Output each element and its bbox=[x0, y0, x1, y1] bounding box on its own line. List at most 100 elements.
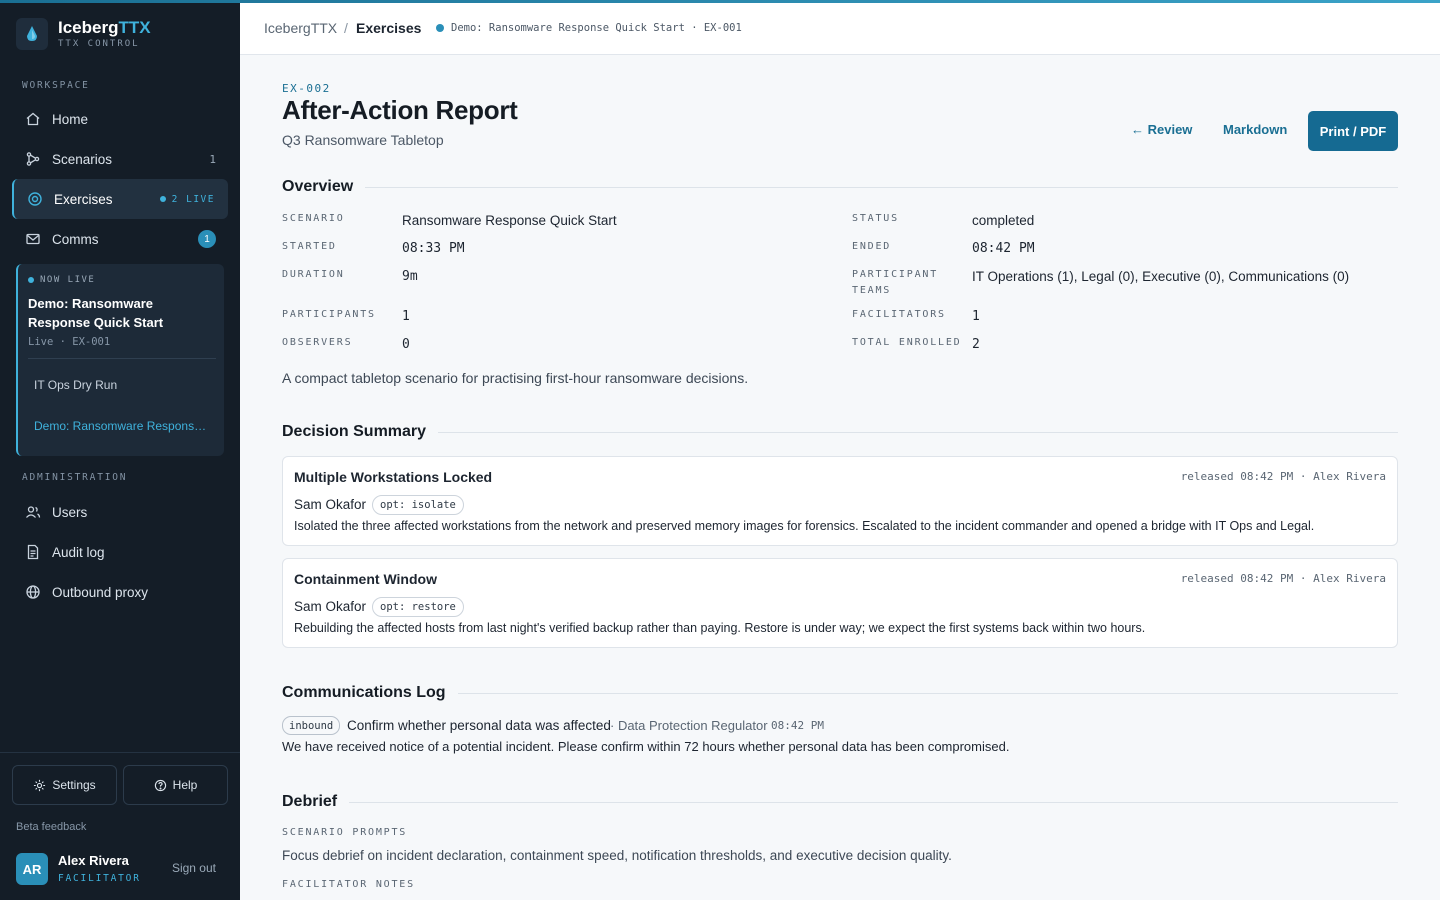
sign-out-button[interactable]: Sign out bbox=[172, 861, 216, 875]
divider bbox=[0, 752, 240, 753]
workspace-section-label: WORKSPACE bbox=[22, 80, 90, 91]
status-value: completed bbox=[972, 213, 1035, 228]
review-button[interactable]: ← Review bbox=[1131, 122, 1192, 137]
scenario-key: SCENARIO bbox=[282, 213, 345, 224]
live-dot-icon bbox=[436, 24, 444, 32]
live-dot-icon bbox=[28, 277, 34, 283]
observers-value: 0 bbox=[402, 337, 410, 352]
participants-key: PARTICIPANTS bbox=[282, 309, 376, 320]
sidebar: IcebergTTX TTX CONTROL WORKSPACE Home Sc… bbox=[0, 0, 240, 900]
live-exercise-indicator[interactable]: Demo: Ransomware Response Quick Start · … bbox=[436, 22, 742, 34]
decision-body: Rebuilding the affected hosts from last … bbox=[294, 621, 1146, 635]
live-exercise-title: Demo: Ransomware Response Quick Start bbox=[28, 296, 164, 330]
sidebar-item-scenarios[interactable]: Scenarios 1 bbox=[12, 139, 228, 179]
settings-button[interactable]: Settings bbox=[12, 765, 117, 805]
sidebar-item-label: Home bbox=[52, 111, 89, 127]
sidebar-item-users[interactable]: Users bbox=[12, 492, 228, 532]
brand-name: IcebergTTX bbox=[58, 18, 151, 37]
sidebar-item-home[interactable]: Home bbox=[12, 99, 228, 139]
decision-card: Containment Window released 08:42 PM · A… bbox=[282, 558, 1398, 648]
avatar: AR bbox=[16, 853, 48, 885]
iceberg-logo-icon bbox=[16, 18, 48, 50]
top-accent-line bbox=[0, 0, 1440, 3]
decision-author: Sam Okafor bbox=[294, 497, 367, 512]
observers-key: OBSERVERS bbox=[282, 337, 353, 348]
home-icon bbox=[24, 110, 42, 128]
breadcrumb-current[interactable]: Exercises bbox=[356, 20, 421, 36]
decision-option-tag: opt: restore bbox=[372, 597, 464, 617]
participants-value: 1 bbox=[402, 309, 410, 324]
sidebar-item-label: Comms bbox=[52, 231, 99, 247]
sidebar-item-label: Audit log bbox=[52, 544, 105, 560]
debrief-heading: Debrief bbox=[282, 792, 1398, 812]
comm-body: We have received notice of a potential i… bbox=[282, 739, 1010, 754]
page-subtitle: Q3 Ransomware Tabletop bbox=[282, 132, 444, 148]
page-title: After-Action Report bbox=[282, 95, 518, 125]
status-key: STATUS bbox=[852, 213, 899, 224]
participant-teams-key: PARTICIPANT TEAMS bbox=[852, 269, 939, 296]
sidebar-item-comms[interactable]: Comms 1 bbox=[12, 219, 228, 259]
live-count-badge: 2 LIVE bbox=[159, 194, 215, 205]
breadcrumb-root[interactable]: IcebergTTX bbox=[264, 20, 337, 36]
sidebar-item-label: Scenarios bbox=[52, 151, 113, 167]
user-name: Alex Rivera bbox=[58, 853, 129, 868]
decision-card: Multiple Workstations Locked released 08… bbox=[282, 456, 1398, 546]
breadcrumb-separator: / bbox=[344, 20, 348, 36]
ended-value: 08:42 PM bbox=[972, 241, 1035, 256]
brand[interactable]: IcebergTTX TTX CONTROL bbox=[16, 18, 151, 50]
markdown-button[interactable]: Markdown bbox=[1223, 122, 1287, 137]
live-exercise-meta: Live · EX-001 bbox=[28, 336, 111, 348]
users-icon bbox=[24, 503, 42, 521]
divider bbox=[28, 358, 216, 359]
user-role: FACILITATOR bbox=[58, 873, 141, 884]
exercise-link-demo[interactable]: Demo: Ransomware Response Quick Start bbox=[34, 419, 210, 433]
beta-feedback-link[interactable]: Beta feedback bbox=[16, 821, 86, 833]
report-main: EX-002 After-Action Report Q3 Ransomware… bbox=[240, 55, 1440, 900]
comm-time: 08:42 PM bbox=[771, 719, 824, 732]
admin-section-label: ADMINISTRATION bbox=[22, 472, 128, 483]
communications-log-heading: Communications Log bbox=[282, 683, 1398, 703]
facilitator-notes-label: FACILITATOR NOTES bbox=[282, 879, 415, 890]
top-bar: IcebergTTX / Exercises Demo: Ransomware … bbox=[240, 0, 1440, 55]
scenarios-count: 1 bbox=[209, 152, 216, 166]
duration-key: DURATION bbox=[282, 269, 345, 280]
duration-value: 9m bbox=[402, 269, 418, 284]
participant-teams-value: IT Operations (1), Legal (0), Executive … bbox=[972, 269, 1350, 284]
sidebar-item-exercises[interactable]: Exercises 2 LIVE bbox=[12, 179, 228, 219]
now-live-label: NOW LIVE bbox=[28, 275, 95, 285]
sidebar-item-label: Users bbox=[52, 504, 88, 520]
decision-title: Multiple Workstations Locked bbox=[294, 469, 493, 485]
gear-icon bbox=[33, 779, 46, 792]
decision-meta: released 08:42 PM · Alex Rivera bbox=[1180, 572, 1386, 585]
mail-icon bbox=[24, 230, 42, 248]
document-icon bbox=[24, 543, 42, 561]
brand-subtitle: TTX CONTROL bbox=[58, 39, 140, 49]
target-icon bbox=[26, 190, 44, 208]
scenario-value: Ransomware Response Quick Start bbox=[402, 213, 617, 228]
scenario-prompts-label: SCENARIO PROMPTS bbox=[282, 827, 408, 838]
total-enrolled-key: TOTAL ENROLLED bbox=[852, 337, 962, 348]
help-button[interactable]: Help bbox=[123, 765, 228, 805]
scenario-description: A compact tabletop scenario for practisi… bbox=[282, 370, 749, 386]
scenario-prompts-text: Focus debrief on incident declaration, c… bbox=[282, 848, 952, 863]
comm-direction-tag: inbound bbox=[282, 716, 341, 735]
decision-author: Sam Okafor bbox=[294, 599, 367, 614]
help-icon bbox=[154, 779, 167, 792]
globe-icon bbox=[24, 583, 42, 601]
scenario-icon bbox=[24, 150, 42, 168]
sidebar-item-label: Outbound proxy bbox=[52, 584, 149, 600]
exercise-link-it-ops[interactable]: IT Ops Dry Run bbox=[34, 378, 117, 392]
sidebar-item-outbound-proxy[interactable]: Outbound proxy bbox=[12, 572, 228, 612]
comm-source: · Data Protection Regulator bbox=[610, 718, 768, 733]
print-pdf-button[interactable]: Print / PDF bbox=[1308, 111, 1398, 151]
overview-heading: Overview bbox=[282, 177, 1398, 197]
sidebar-item-label: Exercises bbox=[54, 191, 113, 207]
decision-meta: released 08:42 PM · Alex Rivera bbox=[1180, 470, 1386, 483]
started-key: STARTED bbox=[282, 241, 337, 252]
live-exercise-card[interactable]: NOW LIVE Demo: Ransomware Response Quick… bbox=[16, 264, 224, 456]
ended-key: ENDED bbox=[852, 241, 892, 252]
started-value: 08:33 PM bbox=[402, 241, 465, 256]
sidebar-item-audit-log[interactable]: Audit log bbox=[12, 532, 228, 572]
decision-body: Isolated the three affected workstations… bbox=[294, 519, 1315, 533]
decision-summary-heading: Decision Summary bbox=[282, 422, 1398, 442]
